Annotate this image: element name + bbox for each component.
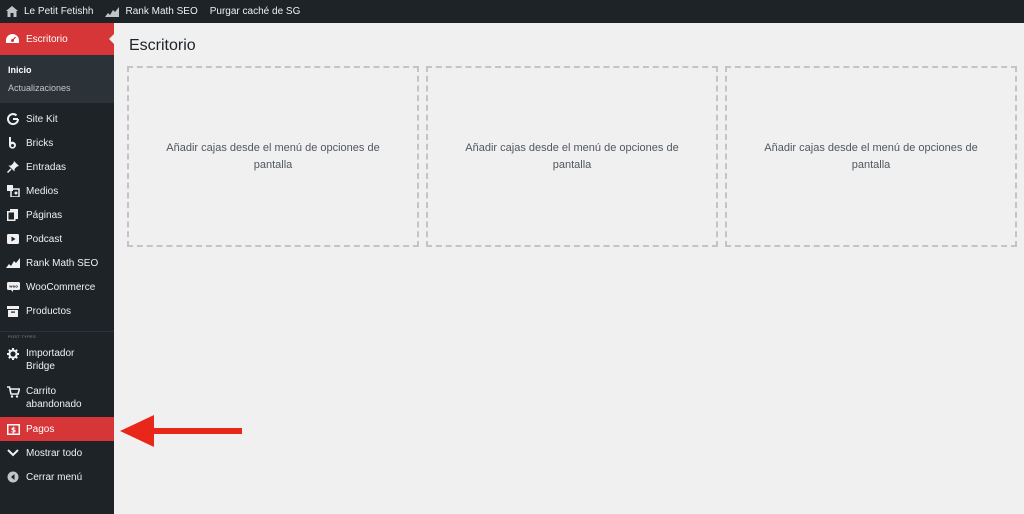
media-icon (6, 184, 20, 198)
sidebar-item-label: Pagos (26, 423, 55, 435)
svg-text:$: $ (10, 425, 15, 434)
annotation-arrow-icon (120, 415, 242, 447)
submenu-item-inicio[interactable]: Inicio (0, 61, 114, 79)
sidebar-item-paginas[interactable]: Páginas (0, 203, 114, 227)
rankmath-icon (105, 6, 120, 17)
pushpin-icon (6, 160, 20, 174)
sidebar-item-label: Site Kit (26, 113, 58, 125)
sidebar-item-productos[interactable]: Productos (0, 299, 114, 323)
sidebar-item-medios[interactable]: Medios (0, 179, 114, 203)
sidebar-item-rank-math[interactable]: Rank Math SEO (0, 251, 114, 275)
sidebar-item-label: Rank Math SEO (26, 257, 99, 269)
rankmath-adminbar-label: Rank Math SEO (125, 6, 198, 17)
sidebar-item-woocommerce[interactable]: woo WooCommerce (0, 275, 114, 299)
sidebar-item-label: Páginas (26, 209, 63, 221)
submenu-item-actualizaciones[interactable]: Actualizaciones (0, 79, 114, 97)
sidebar-item-bricks[interactable]: Bricks (0, 131, 114, 155)
sidebar-item-site-kit[interactable]: Site Kit (0, 107, 114, 131)
collapse-icon (6, 470, 20, 484)
bricks-b-icon (6, 136, 20, 150)
rankmath-adminbar-link[interactable]: Rank Math SEO (99, 0, 203, 23)
sidebar-item-entradas[interactable]: Entradas (0, 155, 114, 179)
purge-cache-link[interactable]: Purgar caché de SG (204, 0, 307, 23)
sidebar-item-label: Entradas (26, 161, 67, 173)
purge-cache-label: Purgar caché de SG (209, 6, 301, 17)
dashboard-drop-zone-3[interactable]: Añadir cajas desde el menú de opciones d… (725, 66, 1017, 247)
sidebar-item-label: Podcast (26, 233, 63, 245)
cart-icon (6, 385, 20, 399)
sidebar-item-mostrar-todo[interactable]: Mostrar todo (0, 441, 114, 465)
drop-zone-text: Añadir cajas desde el menú de opciones d… (465, 141, 679, 171)
dashboard-icon (6, 32, 20, 46)
sidebar-item-importador-bridge[interactable]: Importador Bridge (0, 341, 114, 379)
sidebar-item-podcast[interactable]: Podcast (0, 227, 114, 251)
post-types-separator: POST TYPES (0, 331, 114, 341)
admin-bar: Le Petit Fetishh Rank Math SEO Purgar ca… (0, 0, 1024, 23)
page-title: Escritorio (129, 37, 196, 54)
woo-icon: woo (6, 280, 20, 294)
submenu-escritorio: Inicio Actualizaciones (0, 55, 114, 103)
sidebar-item-escritorio[interactable]: Escritorio (0, 23, 114, 55)
google-g-icon (6, 112, 20, 126)
sidebar-item-label: Mostrar todo (26, 447, 83, 459)
dollar-icon: $ (6, 422, 20, 436)
sidebar-item-label: Carrito abandonado (26, 386, 82, 410)
sidebar-item-cerrar-menu[interactable]: Cerrar menú (0, 465, 114, 489)
site-name-link[interactable]: Le Petit Fetishh (0, 0, 99, 23)
sidebar-item-label: Cerrar menú (26, 471, 83, 483)
sidebar-item-label: Medios (26, 185, 59, 197)
sidebar-item-label: WooCommerce (26, 281, 96, 293)
dashboard-drop-zone-2[interactable]: Añadir cajas desde el menú de opciones d… (426, 66, 718, 247)
site-name-label: Le Petit Fetishh (24, 6, 94, 17)
sidebar-item-pagos[interactable]: $ Pagos (0, 417, 114, 441)
video-play-icon (6, 232, 20, 246)
svg-text:woo: woo (9, 284, 18, 289)
sidebar-item-carrito-abandonado[interactable]: Carrito abandonado (0, 379, 114, 417)
archive-icon (6, 304, 20, 318)
sidebar-item-label: Importador Bridge (26, 348, 75, 372)
admin-sidebar: Escritorio Inicio Actualizaciones Site K… (0, 23, 114, 514)
sidebar-item-label: Bricks (26, 137, 54, 149)
sidebar-item-label: Productos (26, 305, 72, 317)
pages-icon (6, 208, 20, 222)
drop-zone-text: Añadir cajas desde el menú de opciones d… (166, 141, 380, 171)
chevron-down-icon (6, 446, 20, 460)
gear-icon (6, 347, 20, 361)
sidebar-item-label: Escritorio (26, 33, 68, 45)
rankmath-icon (6, 256, 20, 270)
home-icon (6, 6, 18, 17)
dashboard-drop-zone-1[interactable]: Añadir cajas desde el menú de opciones d… (127, 66, 419, 247)
drop-zone-text: Añadir cajas desde el menú de opciones d… (764, 141, 978, 171)
